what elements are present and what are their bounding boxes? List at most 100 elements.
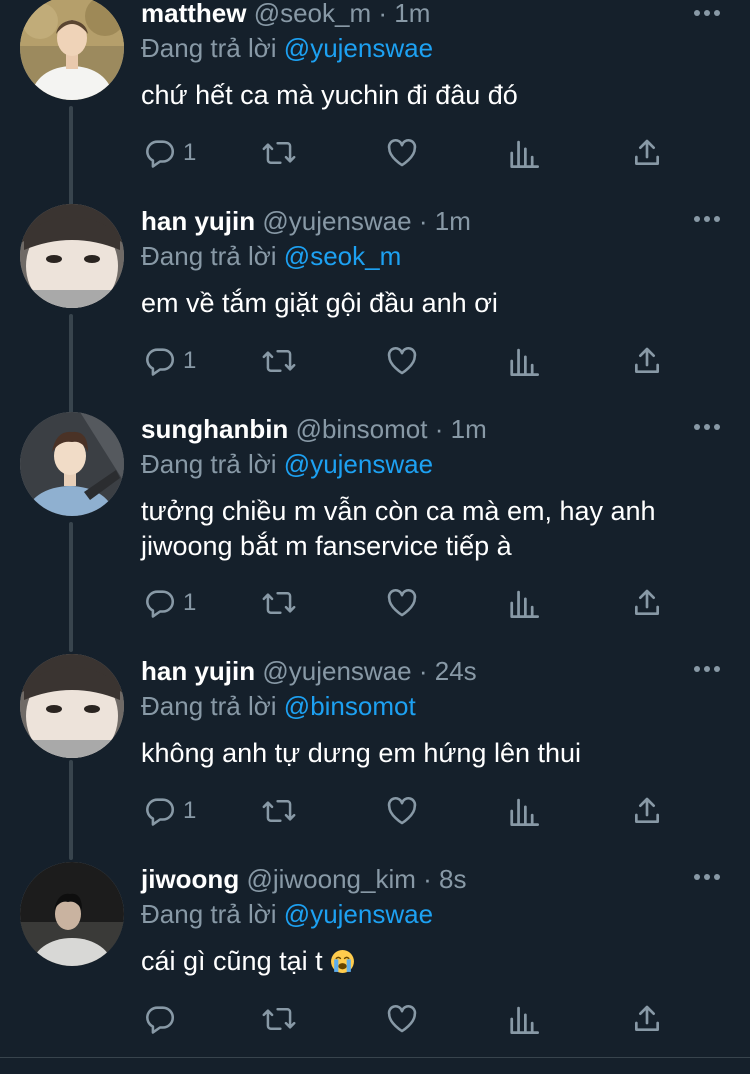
timestamp[interactable]: 24s	[435, 656, 477, 686]
avatar[interactable]	[20, 862, 124, 966]
analytics-icon	[510, 348, 539, 376]
share-button[interactable]	[631, 583, 663, 623]
reply-button[interactable]: 1	[143, 133, 196, 173]
reply-icon	[146, 140, 175, 168]
analytics-icon	[510, 798, 539, 826]
share-button[interactable]	[631, 999, 663, 1039]
avatar[interactable]	[20, 654, 124, 758]
replying-to: Đang trả lời @binsomot	[141, 689, 416, 723]
analytics-icon	[510, 1006, 539, 1034]
tweet-actions: 1	[141, 341, 671, 381]
tweet[interactable]: sunghanbin @binsomot · 1m Đang trả lời @…	[0, 412, 750, 656]
analytics-button[interactable]	[509, 791, 539, 831]
share-button[interactable]	[631, 133, 663, 173]
separator-dot: ·	[423, 864, 432, 894]
reply-button[interactable]: 1	[143, 341, 196, 381]
like-button[interactable]	[385, 791, 419, 831]
reply-mention-link[interactable]: @yujenswae	[284, 33, 433, 63]
reply-button[interactable]: 1	[143, 791, 196, 831]
display-name[interactable]: han yujin	[141, 206, 255, 236]
tweet-header: han yujin @yujenswae · 24s	[141, 654, 477, 688]
tweet[interactable]: matthew @seok_m · 1m Đang trả lời @yujen…	[0, 0, 750, 208]
share-icon	[635, 1005, 659, 1031]
analytics-button[interactable]	[509, 583, 539, 623]
retweet-button[interactable]	[261, 791, 297, 831]
tweet-actions: 1	[141, 133, 671, 173]
person-closeup-avatar-icon	[20, 654, 124, 758]
share-icon	[635, 589, 659, 615]
more-options-icon[interactable]	[694, 214, 720, 224]
analytics-button[interactable]	[509, 999, 539, 1039]
reply-icon	[146, 798, 175, 826]
timestamp[interactable]: 1m	[394, 0, 430, 28]
replying-to: Đang trả lời @yujenswae	[141, 447, 433, 481]
reply-mention-link[interactable]: @seok_m	[284, 241, 401, 271]
retweet-icon	[262, 800, 296, 822]
more-options-icon[interactable]	[694, 664, 720, 674]
retweet-button[interactable]	[261, 583, 297, 623]
more-options-icon[interactable]	[694, 8, 720, 18]
replying-to: Đang trả lời @seok_m	[141, 239, 401, 273]
like-button[interactable]	[385, 583, 419, 623]
tweet-text: cái gì cũng tại t	[141, 944, 721, 979]
user-handle[interactable]: @binsomot	[296, 414, 428, 444]
like-button[interactable]	[385, 341, 419, 381]
replying-label: Đang trả lời	[141, 691, 277, 721]
avatar[interactable]	[20, 0, 124, 100]
tweet[interactable]: han yujin @yujenswae · 24s Đang trả lời …	[0, 654, 750, 866]
tweet-actions: 1	[141, 583, 671, 623]
person-dark-avatar-icon	[20, 862, 124, 966]
loudly-crying-face-emoji-icon	[331, 950, 355, 973]
user-handle[interactable]: @yujenswae	[262, 656, 411, 686]
retweet-icon	[262, 142, 296, 164]
separator-dot: ·	[418, 206, 428, 236]
user-handle[interactable]: @jiwoong_kim	[246, 864, 415, 894]
retweet-button[interactable]	[261, 341, 297, 381]
replying-label: Đang trả lời	[141, 241, 277, 271]
reply-count: 1	[183, 589, 197, 616]
display-name[interactable]: sunghanbin	[141, 414, 288, 444]
tweet-text: em về tắm giặt gội đầu anh ơi	[141, 288, 498, 318]
tweet-header: jiwoong @jiwoong_kim · 8s	[141, 862, 467, 896]
reply-mention-link[interactable]: @yujenswae	[284, 899, 433, 929]
separator-dot: ·	[418, 656, 428, 686]
display-name[interactable]: matthew	[141, 0, 246, 28]
tweet[interactable]: jiwoong @jiwoong_kim · 8s Đang trả lời @…	[0, 862, 750, 1074]
share-icon	[635, 139, 659, 165]
heart-icon	[387, 347, 417, 375]
retweet-button[interactable]	[261, 999, 297, 1039]
reply-mention-link[interactable]: @yujenswae	[284, 449, 433, 479]
timestamp[interactable]: 8s	[439, 864, 466, 894]
tweet[interactable]: han yujin @yujenswae · 1m Đang trả lời @…	[0, 204, 750, 416]
analytics-button[interactable]	[509, 341, 539, 381]
avatar[interactable]	[20, 204, 124, 308]
more-options-icon[interactable]	[694, 872, 720, 882]
analytics-button[interactable]	[509, 133, 539, 173]
like-button[interactable]	[385, 999, 419, 1039]
timestamp[interactable]: 1m	[435, 206, 471, 236]
like-button[interactable]	[385, 133, 419, 173]
tweet-actions: 1	[141, 791, 671, 831]
reply-button[interactable]	[143, 999, 177, 1039]
display-name[interactable]: han yujin	[141, 656, 255, 686]
display-name[interactable]: jiwoong	[141, 864, 239, 894]
timestamp[interactable]: 1m	[451, 414, 487, 444]
user-handle[interactable]: @yujenswae	[262, 206, 411, 236]
reply-mention-link[interactable]: @binsomot	[284, 691, 416, 721]
share-icon	[635, 797, 659, 823]
heart-icon	[387, 1005, 417, 1033]
retweet-icon	[262, 1008, 296, 1030]
share-button[interactable]	[631, 791, 663, 831]
more-options-icon[interactable]	[694, 422, 720, 432]
analytics-icon	[510, 140, 539, 168]
reply-count: 1	[183, 347, 197, 374]
share-button[interactable]	[631, 341, 663, 381]
retweet-icon	[262, 350, 296, 372]
user-handle[interactable]: @seok_m	[254, 0, 371, 28]
tweet-header: matthew @seok_m · 1m	[141, 0, 430, 30]
separator-dot: ·	[434, 414, 444, 444]
avatar[interactable]	[20, 412, 124, 516]
reply-button[interactable]: 1	[143, 583, 196, 623]
replying-to: Đang trả lời @yujenswae	[141, 31, 433, 65]
retweet-button[interactable]	[261, 133, 297, 173]
